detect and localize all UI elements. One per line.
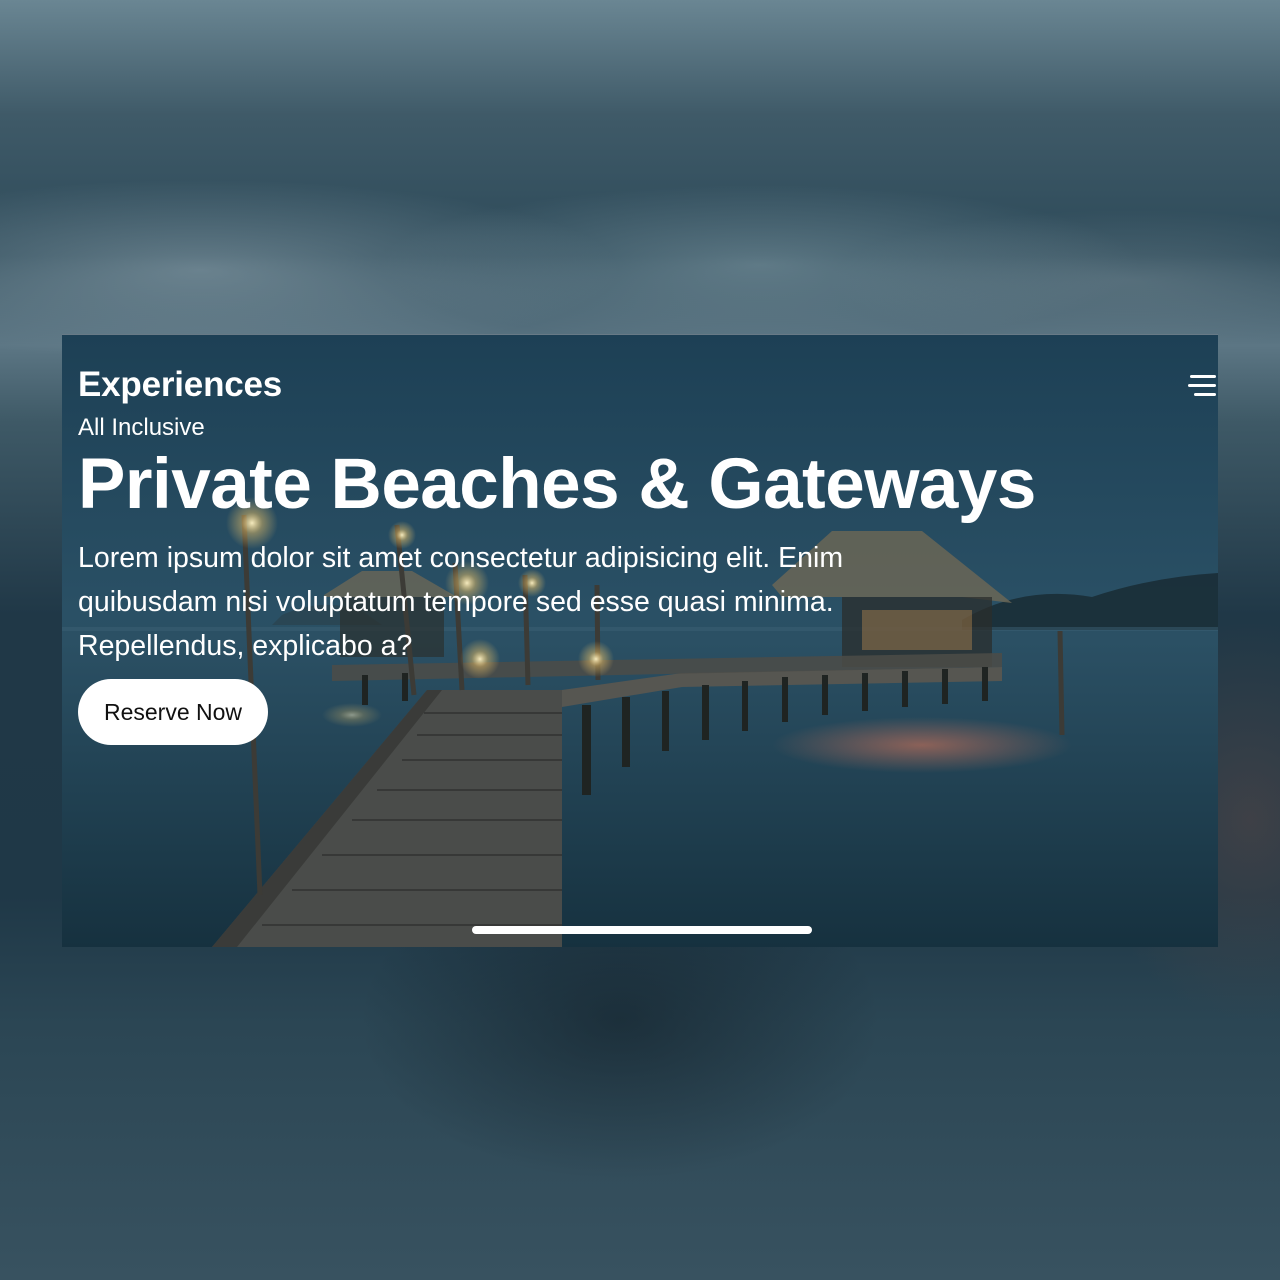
hero-title: Private Beaches & Gateways: [78, 445, 1036, 524]
reserve-now-button[interactable]: Reserve Now: [78, 679, 268, 745]
menu-line: [1194, 393, 1216, 396]
brand-title[interactable]: Experiences: [78, 365, 282, 405]
hamburger-menu-icon[interactable]: [1186, 373, 1218, 403]
menu-line: [1190, 375, 1216, 378]
home-indicator[interactable]: [472, 926, 812, 934]
menu-line: [1188, 384, 1216, 387]
hero-section: Experiences All Inclusive Private Beache…: [62, 334, 1218, 947]
hero-description: Lorem ipsum dolor sit amet consectetur a…: [78, 542, 844, 662]
hero-kicker: All Inclusive: [78, 414, 205, 441]
